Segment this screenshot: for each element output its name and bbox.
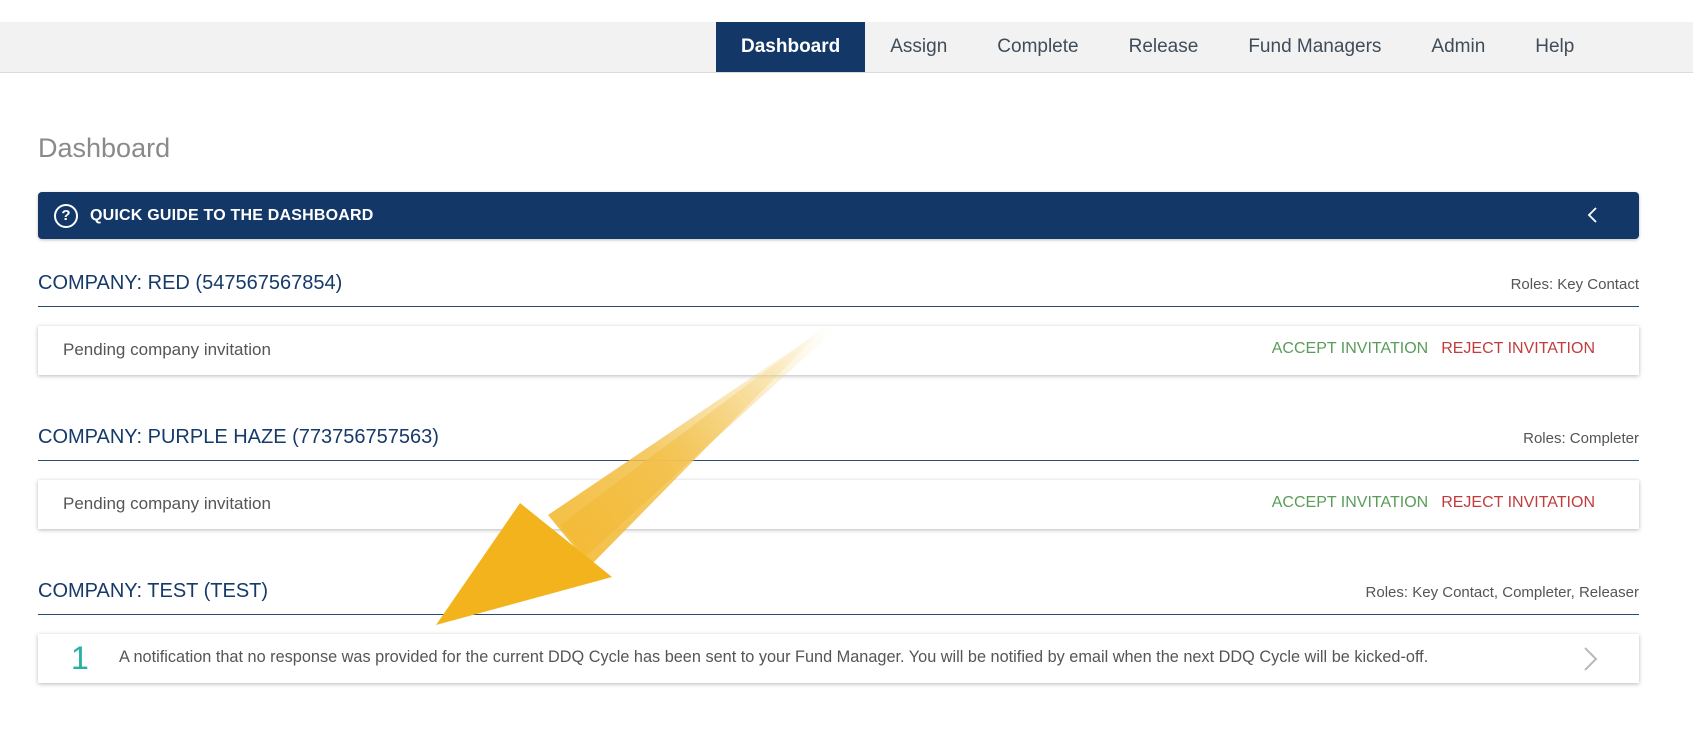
company-name: COMPANY: TEST (TEST)	[38, 580, 269, 602]
company-header-purple-haze: COMPANY: PURPLE HAZE (773756757563) Role…	[38, 424, 1639, 461]
company-header-red: COMPANY: RED (547567567854) Roles: Key C…	[38, 270, 1639, 307]
quick-guide-bar[interactable]: ? QUICK GUIDE TO THE DASHBOARD	[38, 192, 1639, 239]
nav-assign[interactable]: Assign	[865, 22, 972, 72]
top-nav-bar: Dashboard Assign Complete Release Fund M…	[0, 22, 1693, 73]
page-title: Dashboard	[38, 133, 171, 163]
nav-dashboard[interactable]: Dashboard	[716, 22, 866, 72]
chevron-left-icon	[1587, 207, 1597, 223]
nav-complete[interactable]: Complete	[972, 22, 1103, 72]
company-card-purple-haze: Pending company invitation ACCEPT INVITA…	[38, 480, 1639, 529]
invitation-actions: ACCEPT INVITATION REJECT INVITATION	[1272, 494, 1595, 512]
main-nav: Dashboard Assign Complete Release Fund M…	[716, 22, 1599, 72]
notification-message: A notification that no response was prov…	[119, 648, 1429, 666]
company-roles: Roles: Key Contact, Completer, Releaser	[1365, 584, 1639, 601]
invitation-status: Pending company invitation	[63, 340, 271, 359]
question-circle-icon: ?	[54, 203, 78, 228]
company-roles: Roles: Key Contact	[1510, 276, 1639, 293]
company-roles: Roles: Completer	[1523, 430, 1639, 447]
accept-invitation-button[interactable]: ACCEPT INVITATION	[1272, 494, 1428, 512]
reject-invitation-button[interactable]: REJECT INVITATION	[1441, 340, 1595, 358]
notification-count: 1	[71, 640, 89, 676]
company-header-test: COMPANY: TEST (TEST) Roles: Key Contact,…	[38, 578, 1639, 615]
reject-invitation-button[interactable]: REJECT INVITATION	[1441, 494, 1595, 512]
invitation-status: Pending company invitation	[63, 494, 271, 513]
invitation-actions: ACCEPT INVITATION REJECT INVITATION	[1272, 340, 1595, 358]
nav-admin[interactable]: Admin	[1406, 22, 1510, 72]
nav-release[interactable]: Release	[1104, 22, 1224, 72]
accept-invitation-button[interactable]: ACCEPT INVITATION	[1272, 340, 1428, 358]
nav-help[interactable]: Help	[1510, 22, 1599, 72]
chevron-right-icon[interactable]	[1579, 646, 1601, 672]
notification-card[interactable]: 1 A notification that no response was pr…	[38, 634, 1639, 683]
quick-guide-label: QUICK GUIDE TO THE DASHBOARD	[90, 206, 374, 224]
nav-fund-managers[interactable]: Fund Managers	[1223, 22, 1406, 72]
company-card-red: Pending company invitation ACCEPT INVITA…	[38, 326, 1639, 375]
company-name: COMPANY: RED (547567567854)	[38, 272, 343, 294]
company-name: COMPANY: PURPLE HAZE (773756757563)	[38, 426, 439, 448]
